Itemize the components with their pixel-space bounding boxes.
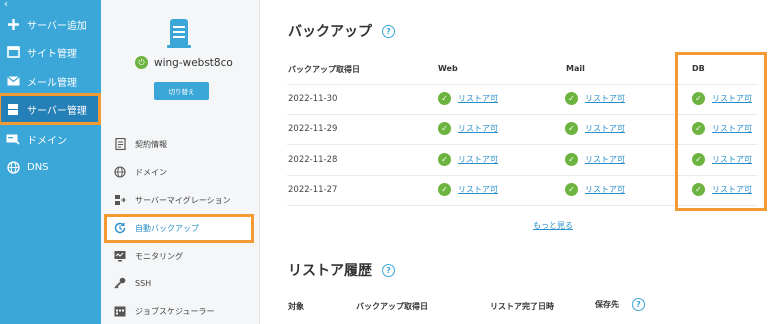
check-icon: ✓: [438, 122, 451, 135]
restore-link[interactable]: リストア可: [458, 154, 498, 165]
menu-item-domain[interactable]: ドメイン: [101, 159, 260, 185]
backup-date: 2022-11-29: [288, 124, 338, 134]
server-name-text: wing-webst8co: [154, 56, 233, 69]
left-nav: ‹ サーバー追加 サイト管理 メール管理 サーバー管理 ドメイン DNS: [0, 0, 101, 324]
col-header-destination-label: 保存先: [595, 300, 619, 309]
check-icon: ✓: [438, 183, 451, 196]
document-icon: [114, 138, 126, 150]
nav-item-mail[interactable]: メール管理: [0, 67, 101, 95]
menu-item-contract[interactable]: 契約情報: [101, 131, 260, 157]
menu-item-monitoring[interactable]: モニタリング: [101, 243, 260, 269]
restore-cell-web: ✓ リストア可: [438, 122, 498, 135]
col-header-web: Web: [438, 64, 458, 73]
nav-item-site[interactable]: サイト管理: [0, 38, 101, 66]
nav-item-domain[interactable]: ドメイン: [0, 125, 101, 153]
col-header-destination: 保存先 ?: [595, 298, 645, 311]
backup-date: 2022-11-27: [288, 185, 338, 195]
help-icon[interactable]: ?: [382, 263, 395, 277]
globe-icon: [6, 160, 20, 174]
backup-date: 2022-11-28: [288, 155, 338, 165]
check-icon: ✓: [438, 153, 451, 166]
menu-item-job-scheduler[interactable]: ジョブスケジューラー: [101, 298, 260, 324]
collapse-icon[interactable]: ‹: [4, 0, 8, 10]
envelope-icon: [6, 74, 20, 88]
restore-link[interactable]: リストア可: [458, 184, 498, 195]
switch-server-button[interactable]: 切り替え: [154, 82, 209, 100]
nav-item-label: サイト管理: [27, 48, 77, 60]
restore-cell-web: ✓ リストア可: [438, 92, 498, 105]
menu-item-label: 契約情報: [135, 139, 167, 149]
backup-date: 2022-11-30: [288, 94, 338, 104]
help-icon[interactable]: ?: [632, 298, 645, 311]
help-icon[interactable]: ?: [382, 24, 395, 38]
restore-link[interactable]: リストア可: [458, 123, 498, 134]
check-icon: ✓: [565, 153, 578, 166]
migration-icon: [114, 194, 126, 206]
col-header-mail: Mail: [566, 64, 585, 73]
show-more-link[interactable]: もっと見る: [533, 220, 573, 231]
menu-item-auto-backup[interactable]: 自動バックアップ: [101, 215, 260, 241]
nav-item-dns[interactable]: DNS: [0, 153, 101, 181]
menu-item-label: サーバーマイグレーション: [135, 195, 231, 205]
restore-history-heading: リストア履歴 ?: [288, 260, 395, 280]
globe-icon: [114, 166, 126, 178]
restore-cell-mail: ✓ リストア可: [565, 183, 625, 196]
col-header-date: バックアップ取得日: [288, 65, 360, 74]
nav-item-label: ドメイン: [27, 135, 67, 147]
col-header-target: 対象: [288, 302, 304, 311]
menu-item-label: ドメイン: [135, 167, 167, 177]
restore-link[interactable]: リストア可: [458, 93, 498, 104]
backup-heading: バックアップ ?: [288, 21, 395, 41]
menu-item-label: 自動バックアップ: [135, 223, 199, 233]
menu-item-label: ジョブスケジューラー: [135, 306, 215, 316]
restore-cell-mail: ✓ リストア可: [565, 122, 625, 135]
plus-icon: [6, 17, 20, 31]
power-icon: ⏻: [135, 56, 148, 69]
restore-link[interactable]: リストア可: [585, 123, 625, 134]
server-device-icon: [167, 19, 191, 48]
restore-cell-mail: ✓ リストア可: [565, 153, 625, 166]
window-icon: [6, 45, 20, 59]
domain-card-icon: [6, 132, 20, 146]
nav-item-add-server[interactable]: サーバー追加: [0, 10, 101, 38]
nav-item-label: メール管理: [27, 77, 77, 89]
schedule-icon: [114, 305, 126, 317]
restore-link[interactable]: リストア可: [585, 154, 625, 165]
check-icon: ✓: [438, 92, 451, 105]
menu-item-label: モニタリング: [135, 251, 183, 261]
check-icon: ✓: [565, 92, 578, 105]
nav-item-label: DNS: [27, 161, 49, 173]
menu-item-migration[interactable]: サーバーマイグレーション: [101, 187, 260, 213]
highlight-box-server-nav: [0, 93, 101, 125]
restore-cell-web: ✓ リストア可: [438, 153, 498, 166]
restore-link[interactable]: リストア可: [585, 93, 625, 104]
backup-icon: [114, 222, 126, 234]
restore-cell-mail: ✓ リストア可: [565, 92, 625, 105]
nav-item-label: サーバー追加: [27, 20, 87, 32]
check-icon: ✓: [565, 183, 578, 196]
restore-cell-web: ✓ リストア可: [438, 183, 498, 196]
col-header-backup-date: バックアップ取得日: [356, 302, 428, 311]
backup-title: バックアップ: [288, 24, 372, 40]
col-header-restore-done: リストア完了日時: [490, 302, 554, 311]
highlight-box-db-column: [675, 52, 767, 211]
restore-history-title: リストア履歴: [288, 263, 372, 279]
restore-link[interactable]: リストア可: [585, 184, 625, 195]
key-icon: [114, 277, 126, 289]
menu-item-ssh[interactable]: SSH: [101, 270, 260, 296]
server-name: ⏻ wing-webst8co: [135, 56, 233, 69]
check-icon: ✓: [565, 122, 578, 135]
monitor-icon: [114, 250, 126, 262]
menu-item-label: SSH: [135, 278, 152, 288]
